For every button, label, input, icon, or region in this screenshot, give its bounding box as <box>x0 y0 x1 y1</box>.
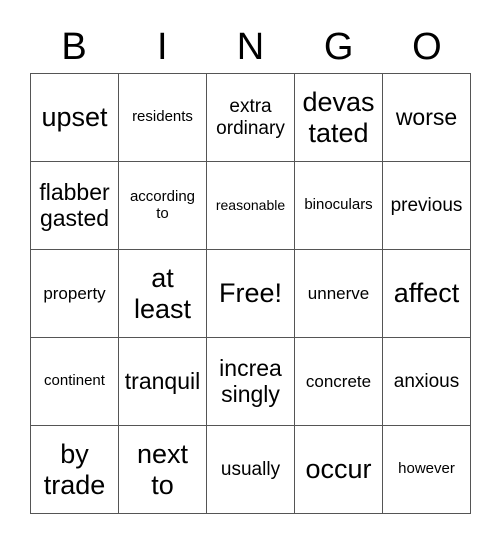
bingo-cell: tranquil <box>118 337 207 426</box>
bingo-cell: affect <box>382 249 471 338</box>
bingo-cell: increa singly <box>206 337 295 426</box>
bingo-cell: residents <box>118 73 207 162</box>
grid-row: by trade next to usually occur however <box>30 425 471 514</box>
bingo-cell: upset <box>30 73 119 162</box>
bingo-header: B I N G O <box>30 22 471 72</box>
bingo-grid: upset residents extra ordinary devas tated… <box>30 73 471 514</box>
grid-row: flabber gasted according to reasonable bin… <box>30 161 471 250</box>
header-letter-n: N <box>236 26 265 68</box>
header-letter-b: B <box>61 26 87 68</box>
bingo-cell: anxious <box>382 337 471 426</box>
bingo-cell: according to <box>118 161 207 250</box>
bingo-cell: reasonable <box>206 161 295 250</box>
header-letter-o: O <box>412 26 442 68</box>
grid-row: property at least Free! unnerve affect <box>30 249 471 338</box>
bingo-cell: worse <box>382 73 471 162</box>
grid-row: upset residents extra ordinary devas tated… <box>30 73 471 162</box>
bingo-cell: occur <box>294 425 383 514</box>
grid-row: continent tranquil increa singly concrete… <box>30 337 471 426</box>
bingo-cell: next to <box>118 425 207 514</box>
bingo-cell: binoculars <box>294 161 383 250</box>
bingo-cell: devas tated <box>294 73 383 162</box>
bingo-cell: property <box>30 249 119 338</box>
header-letter-g: G <box>323 26 354 68</box>
bingo-cell: concrete <box>294 337 383 426</box>
bingo-cell: flabber gasted <box>30 161 119 250</box>
bingo-cell: previous <box>382 161 471 250</box>
bingo-cell: extra ordinary <box>206 73 295 162</box>
bingo-cell: at least <box>118 249 207 338</box>
bingo-cell: unnerve <box>294 249 383 338</box>
free-space-cell: Free! <box>206 249 295 338</box>
bingo-cell: usually <box>206 425 295 514</box>
bingo-cell: however <box>382 425 471 514</box>
header-letter-i: I <box>157 26 168 68</box>
bingo-cell: continent <box>30 337 119 426</box>
bingo-cell: by trade <box>30 425 119 514</box>
